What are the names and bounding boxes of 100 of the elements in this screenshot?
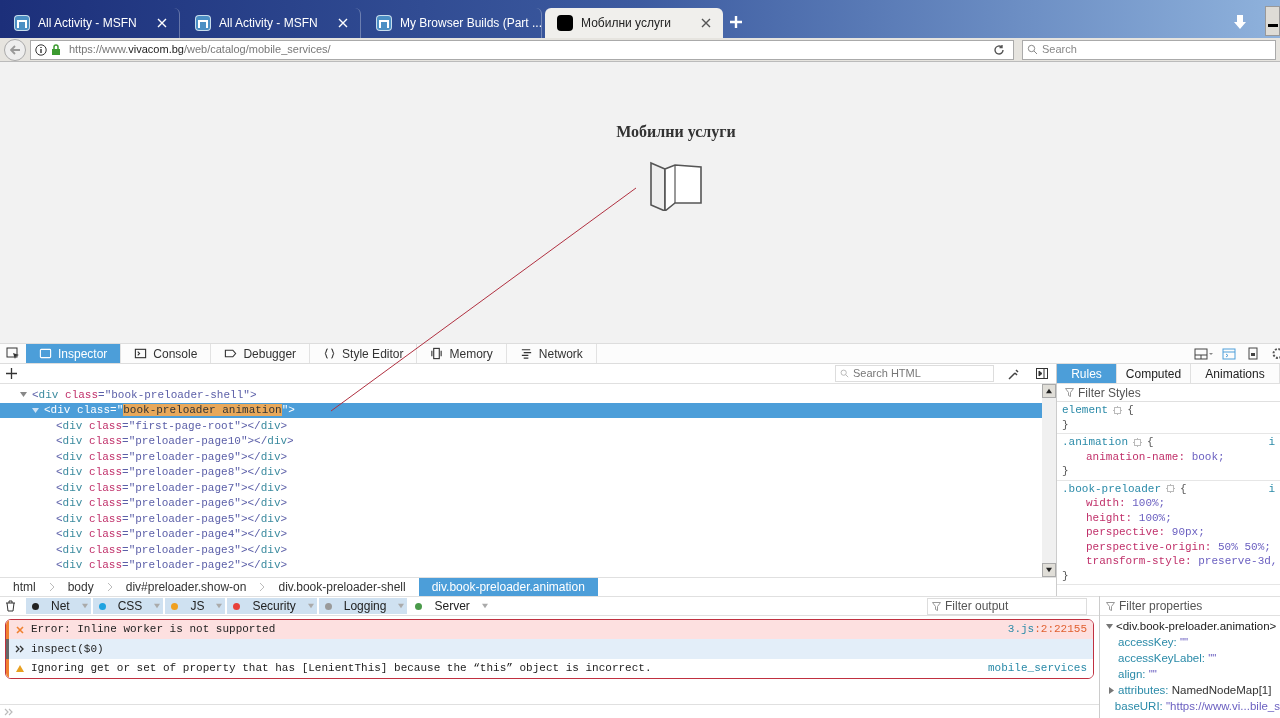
- scroll-up-icon[interactable]: [1046, 388, 1052, 394]
- browser-tab[interactable]: Мобилни услуги: [545, 8, 723, 38]
- sidebar-tab[interactable]: Animations: [1191, 364, 1280, 383]
- minimize-button[interactable]: [1265, 6, 1280, 36]
- markup-line[interactable]: <div class="preloader-page9"></div>: [0, 449, 1042, 465]
- filter-button[interactable]: CSS: [92, 598, 164, 614]
- address-field[interactable]: https://www.vivacom.bg/web/catalog/mobile_services/: [30, 39, 1014, 60]
- message-text: Ignoring get or set of property that has [LenientThis] because the “this” object is incorrect.: [31, 661, 653, 677]
- devtools-tab[interactable]: Console: [121, 344, 212, 363]
- site-icon: [557, 15, 573, 31]
- reload-icon[interactable]: [993, 43, 1005, 56]
- markup-text: <div class="book-preloader animation">: [44, 403, 295, 418]
- object-root: <div.book-preloader.animation>: [1116, 619, 1277, 634]
- chevron-icon: [106, 582, 113, 592]
- dropdown-arrow-icon: [307, 603, 314, 609]
- message-text: Error: Inline worker is not supported: [31, 622, 277, 638]
- rule-brace: {: [1127, 403, 1134, 418]
- markup-line[interactable]: <div class="preloader-page6"></div>: [0, 495, 1042, 511]
- element-picker-icon[interactable]: [6, 346, 20, 361]
- property-line[interactable]: accessKey: "": [1100, 634, 1280, 650]
- tab-title: All Activity - MSFN: [219, 15, 319, 32]
- padlock-icon[interactable]: [51, 43, 61, 56]
- rule-source[interactable]: i: [1268, 435, 1275, 450]
- markup-line[interactable]: <div class="preloader-page10"></div>: [0, 433, 1042, 449]
- declaration: animation-name: book;: [1085, 449, 1226, 464]
- property-line[interactable]: align: "": [1100, 666, 1280, 682]
- eyedropper-icon[interactable]: [1008, 367, 1020, 380]
- dropdown-arrow-icon: [216, 603, 223, 609]
- filter-styles-field[interactable]: Filter Styles: [1057, 384, 1280, 402]
- filter-button[interactable]: Server: [409, 598, 491, 614]
- markup-line[interactable]: <div class="preloader-page8"></div>: [0, 464, 1042, 480]
- filter-properties-field[interactable]: Filter properties: [1100, 596, 1280, 616]
- scroll-down-icon[interactable]: [1046, 567, 1052, 573]
- rule-brace: }: [1062, 417, 1070, 432]
- settings-icon[interactable]: [1270, 347, 1280, 360]
- expand-arrow-icon[interactable]: [1106, 622, 1113, 630]
- markup-text: <div class="preloader-page10"></div>: [56, 434, 294, 449]
- close-icon[interactable]: [701, 18, 711, 28]
- rule-brace: {: [1180, 481, 1187, 496]
- filter-button[interactable]: JS: [165, 598, 226, 614]
- filter-button[interactable]: Logging: [318, 598, 408, 614]
- tab-title: Мобилни услуги: [581, 15, 672, 32]
- filter-icon: [932, 601, 941, 611]
- trash-icon[interactable]: [5, 600, 16, 612]
- filter-icon: [1065, 388, 1074, 397]
- sidebar-toggle-icon[interactable]: [1036, 368, 1048, 379]
- filter-properties-input[interactable]: Filter properties: [1119, 597, 1274, 615]
- declaration: transform-style: preserve-3d,: [1085, 554, 1275, 569]
- filter-button[interactable]: Net: [26, 598, 91, 614]
- tab-title: My Browser Builds (Part ...: [400, 15, 543, 32]
- new-tab-icon[interactable]: [730, 16, 742, 28]
- declaration: perspective-origin: 50% 50%;: [1085, 539, 1272, 554]
- breadcrumb[interactable]: html: [0, 578, 49, 596]
- property-line[interactable]: accessKeyLabel: "": [1100, 650, 1280, 666]
- markup-line[interactable]: <div class="preloader-page3"></div>: [0, 542, 1042, 558]
- filter-button[interactable]: Security: [227, 598, 317, 614]
- devtools-tab[interactable]: Network: [506, 344, 597, 363]
- chevron-icon: [259, 582, 266, 592]
- breadcrumb[interactable]: div.book-preloader-shell: [265, 578, 419, 596]
- devtools-tab[interactable]: Debugger: [211, 344, 311, 363]
- devtools-tab[interactable]: Style Editor: [310, 344, 418, 363]
- layout-icon[interactable]: [1194, 347, 1214, 360]
- expand-arrow-icon[interactable]: [1108, 686, 1115, 694]
- sidebar-tab[interactable]: Computed: [1117, 364, 1191, 383]
- dropdown-arrow-icon: [154, 603, 161, 609]
- breadcrumb[interactable]: body: [54, 578, 107, 596]
- devtools-tab[interactable]: Memory: [417, 344, 507, 363]
- source-link[interactable]: mobile_services: [987, 660, 1087, 677]
- markup-line[interactable]: <div class="preloader-page5"></div>: [0, 511, 1042, 527]
- rule-brace: }: [1062, 568, 1070, 583]
- search-field[interactable]: Search: [1022, 39, 1276, 60]
- rule-source[interactable]: i: [1268, 481, 1275, 496]
- markup-text: <div class="preloader-page6"></div>: [56, 496, 288, 511]
- property-line[interactable]: attributes: NamedNodeMap[1]: [1100, 682, 1280, 698]
- rule-brace: }: [1062, 464, 1070, 479]
- device-icon[interactable]: [1248, 347, 1258, 360]
- search-icon: [1027, 44, 1038, 55]
- tag-icon: [224, 347, 238, 360]
- search-input[interactable]: Search: [1042, 41, 1271, 58]
- info-icon[interactable]: [35, 43, 47, 56]
- property-row-text: align: "": [1118, 667, 1157, 682]
- warning-icon: [16, 664, 24, 672]
- declaration: width: 100%;: [1085, 496, 1167, 511]
- site-icon: [195, 15, 211, 31]
- markup-line[interactable]: <div class="book-preloader-shell">: [0, 387, 1042, 403]
- filter-styles-input[interactable]: Filter Styles: [1078, 383, 1272, 402]
- markup-line[interactable]: <div class="first-page-root"></div>: [0, 418, 1042, 434]
- markup-text: <div class="preloader-page4"></div>: [56, 527, 288, 542]
- add-node-icon[interactable]: [6, 368, 17, 379]
- markup-line[interactable]: <div class="preloader-page7"></div>: [0, 480, 1042, 496]
- dropdown-arrow-icon: [481, 603, 488, 609]
- markup-line[interactable]: <div class="preloader-page2"></div>: [0, 557, 1042, 573]
- markup-line[interactable]: <div class="preloader-page4"></div>: [0, 526, 1042, 542]
- breadcrumb[interactable]: div#preloader.show-on: [112, 578, 260, 596]
- property-row-text: accessKey: "": [1118, 635, 1189, 650]
- console-icon: [134, 347, 148, 360]
- scrollbar[interactable]: [1042, 384, 1056, 577]
- markup-text: <div class="preloader-page3"></div>: [56, 542, 288, 558]
- memory-icon: [430, 347, 444, 360]
- rule-selector: .book-preloader: [1062, 481, 1162, 496]
